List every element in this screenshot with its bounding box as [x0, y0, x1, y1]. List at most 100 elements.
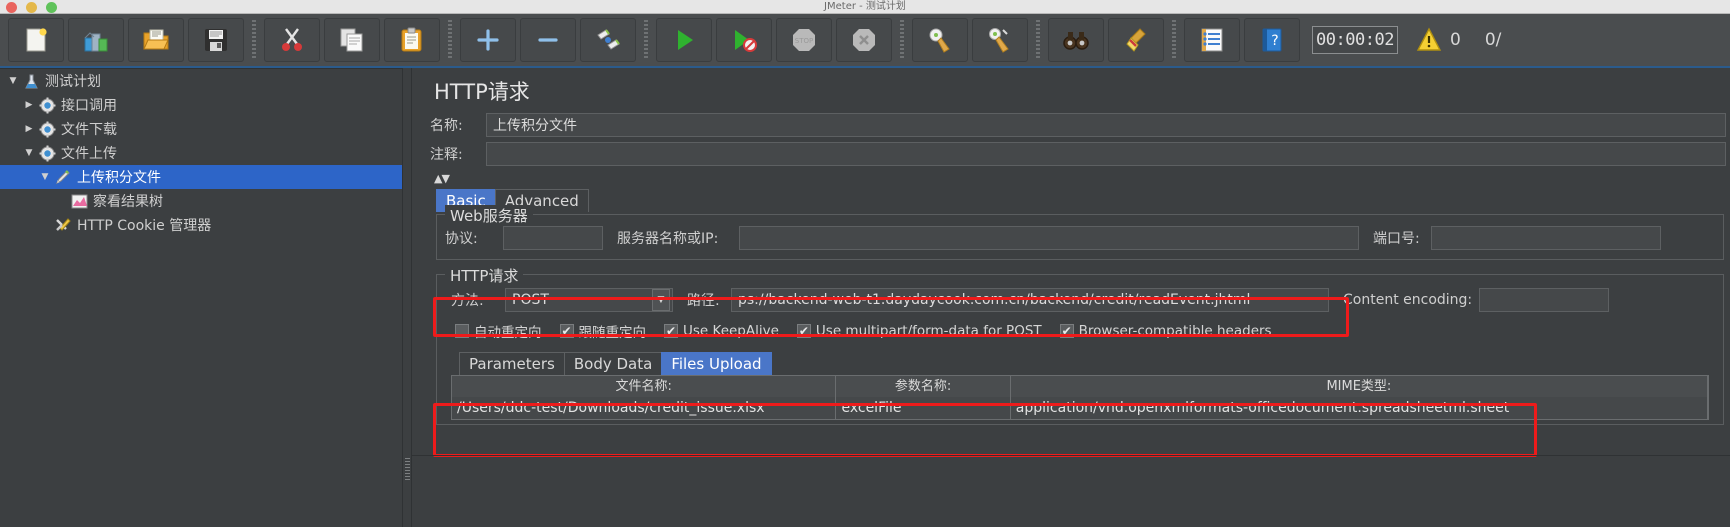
expand-toggle-icon[interactable]: ▼ [6, 76, 20, 86]
clear-all-button[interactable] [972, 18, 1028, 62]
checkbox-box[interactable]: ✔ [796, 324, 811, 338]
warning-triangle-icon[interactable] [1416, 27, 1442, 53]
path-input[interactable]: ps://backend-web-t1.daydaycook.com.cn/ba… [731, 288, 1329, 312]
clear-all-broom-icon [986, 26, 1014, 54]
checkbox-label: Use multipart/form-data for POST [815, 323, 1042, 339]
name-label: 名称: [430, 118, 463, 134]
column-header-file-name[interactable]: 文件名称: [452, 376, 837, 397]
server-label: 服务器名称或IP: [617, 231, 719, 247]
new-test-plan-button[interactable] [8, 18, 64, 62]
tab-parameters[interactable]: Parameters [459, 352, 565, 375]
collapse-all-button[interactable] [520, 18, 576, 62]
stop-button[interactable]: STOP [776, 18, 832, 62]
tree-node-test-plan[interactable]: ▼ 测试计划 [0, 69, 402, 93]
web-server-group-title: Web服务器 [445, 205, 533, 226]
copy-button[interactable] [324, 18, 380, 62]
checkbox-box[interactable]: ✔ [664, 324, 678, 338]
tree-node-label: 测试计划 [45, 74, 101, 90]
protocol-label: 协议: [445, 231, 478, 247]
method-label: 方法: [451, 293, 484, 309]
checkbox-browser-compatible-headers[interactable]: ✔ Browser-compatible headers [1059, 323, 1272, 339]
collapse-expand-handle[interactable]: ▲▼ [430, 170, 1730, 186]
checkbox-label: Use KeepAlive [683, 323, 779, 339]
binoculars-icon [1062, 26, 1090, 54]
tree-node-thread-group-download[interactable]: ▶ 文件下载 [0, 117, 402, 141]
method-select[interactable]: POST ▼ [505, 288, 673, 312]
table-header-row: 文件名称: 参数名称: MIME类型: [452, 376, 1708, 397]
web-server-group: Web服务器 协议: 服务器名称或IP: 端口号: [436, 205, 1724, 260]
tree-node-view-results-tree[interactable]: 察看结果树 [0, 189, 402, 213]
comment-input[interactable] [486, 142, 1726, 166]
expand-all-button[interactable] [460, 18, 516, 62]
status-indicators: 0 0/ [1416, 27, 1501, 53]
templates-button[interactable] [68, 18, 124, 62]
name-input[interactable]: 上传积分文件 [486, 113, 1726, 137]
tree-node-label: 接口调用 [61, 98, 117, 114]
svg-text:?: ? [1271, 33, 1278, 49]
tree-node-http-cookie-manager[interactable]: HTTP Cookie 管理器 [0, 213, 402, 237]
tree-node-http-sampler-selected[interactable]: ▼ 上传积分文件 [0, 165, 402, 189]
splitter-grip[interactable] [405, 458, 410, 480]
expand-toggle-icon[interactable]: ▼ [22, 148, 36, 158]
shutdown-x-icon [850, 26, 878, 54]
test-plan-tree[interactable]: ▼ 测试计划 ▶ 接口调用 ▶ 文件下载 ▼ 文件上传 ▼ 上传积分文件 察看结… [0, 68, 402, 527]
content-encoding-input[interactable] [1479, 288, 1609, 312]
content-encoding-label: Content encoding: [1343, 292, 1473, 308]
server-input[interactable] [739, 226, 1359, 250]
search-button[interactable] [1048, 18, 1104, 62]
tab-body-data[interactable]: Body Data [563, 352, 663, 375]
clear-button[interactable] [912, 18, 968, 62]
column-header-mime-type[interactable]: MIME类型: [1011, 376, 1708, 397]
cell-mime-type[interactable]: application/vnd.openxmlformats-officedoc… [1011, 397, 1708, 419]
method-value: POST [512, 292, 549, 308]
reset-broom-icon [1122, 26, 1150, 54]
paste-button[interactable] [384, 18, 440, 62]
tree-node-thread-group-interface[interactable]: ▶ 接口调用 [0, 93, 402, 117]
toggle-button[interactable] [580, 18, 636, 62]
cell-param-name[interactable]: excelFile [836, 397, 1011, 419]
checkbox-box[interactable] [455, 324, 469, 338]
checkbox-use-multipart-form-data[interactable]: ✔ Use multipart/form-data for POST [796, 323, 1042, 339]
checkbox-box[interactable]: ✔ [559, 324, 574, 338]
files-upload-table[interactable]: 文件名称: 参数名称: MIME类型: /Users/ddc-test/Down… [451, 375, 1709, 420]
tree-node-thread-group-upload[interactable]: ▼ 文件上传 [0, 141, 402, 165]
checkbox-box[interactable]: ✔ [1059, 324, 1074, 338]
port-label: 端口号: [1373, 231, 1420, 247]
expand-toggle-icon[interactable]: ▼ [38, 172, 52, 182]
function-helper-button[interactable] [1184, 18, 1240, 62]
cell-file-name[interactable]: /Users/ddc-test/Downloads/credit_issue.x… [452, 397, 837, 419]
save-button[interactable] [188, 18, 244, 62]
table-body: /Users/ddc-test/Downloads/credit_issue.x… [452, 397, 1708, 419]
shutdown-button[interactable] [836, 18, 892, 62]
table-row[interactable]: /Users/ddc-test/Downloads/credit_issue.x… [452, 397, 1708, 419]
checkbox-auto-redirect[interactable]: 自动重定向 [455, 321, 542, 341]
cut-button[interactable] [264, 18, 320, 62]
play-no-pause-icon [730, 26, 758, 54]
expand-toggle-icon[interactable]: ▶ [22, 124, 36, 134]
toolbar-separator [1036, 20, 1040, 60]
checkbox-use-keepalive[interactable]: ✔ Use KeepAlive [664, 323, 779, 339]
view-results-tree-icon [68, 193, 90, 210]
port-input[interactable] [1431, 226, 1661, 250]
request-options-checkboxes: 自动重定向 ✔ 跟随重定向 ✔ Use KeepAlive ✔ Use mult… [455, 321, 1715, 341]
protocol-input[interactable] [503, 226, 603, 250]
help-button[interactable]: ? [1244, 18, 1300, 62]
reset-search-button[interactable] [1108, 18, 1164, 62]
request-data-tabs: Parameters Body Data Files Upload [459, 351, 1715, 375]
checkbox-follow-redirect[interactable]: ✔ 跟随重定向 [559, 321, 647, 341]
tab-files-upload[interactable]: Files Upload [661, 352, 772, 375]
http-request-editor: HTTP请求 名称: 上传积分文件 注释: ▲▼ Basic Advanced … [412, 68, 1730, 527]
start-button[interactable] [656, 18, 712, 62]
column-header-param-name[interactable]: 参数名称: [836, 376, 1011, 397]
plus-icon [474, 26, 502, 54]
checkbox-label: 跟随重定向 [578, 325, 647, 341]
tree-node-label: 察看结果树 [93, 194, 163, 210]
open-button[interactable] [128, 18, 184, 62]
expand-toggle-icon[interactable]: ▶ [22, 100, 36, 110]
panel-bottom-divider [412, 455, 1730, 456]
chevron-down-icon[interactable]: ▼ [652, 289, 670, 311]
start-no-pauses-button[interactable] [716, 18, 772, 62]
panel-splitter[interactable] [402, 68, 412, 527]
toolbar-separator [1172, 20, 1176, 60]
toggle-pencil-icon [594, 26, 622, 54]
